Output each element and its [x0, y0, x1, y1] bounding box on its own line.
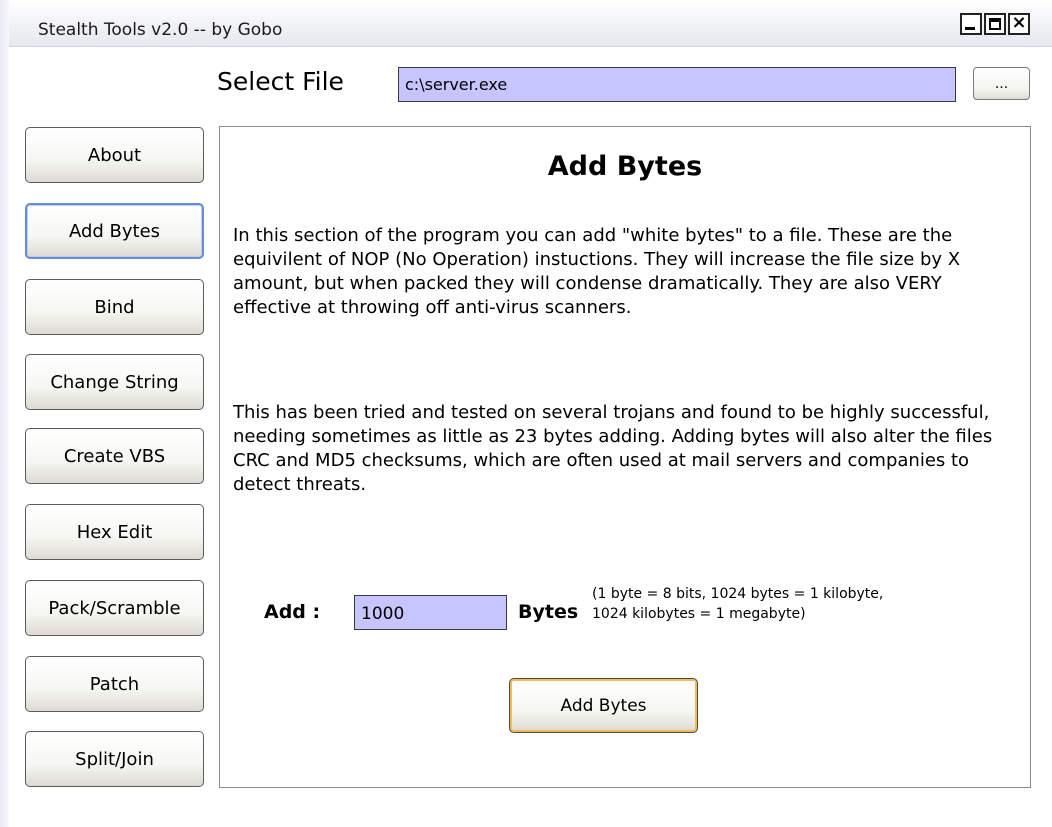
window-title: Stealth Tools v2.0 -- by Gobo: [38, 20, 283, 40]
add-label: Add :: [264, 601, 321, 623]
file-path-input[interactable]: [398, 67, 956, 102]
note-line-1: (1 byte = 8 bits, 1024 bytes = 1 kilobyt…: [592, 586, 884, 602]
sidebar-item-change-string[interactable]: Change String: [25, 354, 204, 410]
close-icon: ×: [1011, 12, 1027, 33]
add-bytes-button[interactable]: Add Bytes: [509, 678, 698, 733]
sidebar-item-pack-scramble[interactable]: Pack/Scramble: [25, 580, 204, 636]
window-controls: ×: [960, 13, 1030, 35]
note-line-2: 1024 kilobytes = 1 megabyte): [592, 606, 806, 622]
sidebar-item-about[interactable]: About: [25, 127, 204, 183]
select-file-label: Select File: [217, 67, 344, 96]
bytes-count-input[interactable]: [354, 595, 507, 630]
close-button[interactable]: ×: [1008, 13, 1030, 35]
maximize-button[interactable]: [984, 13, 1006, 35]
sidebar-item-hex-edit[interactable]: Hex Edit: [25, 504, 204, 560]
minimize-icon: [965, 27, 975, 30]
bytes-conversion-note: (1 byte = 8 bits, 1024 bytes = 1 kilobyt…: [592, 584, 992, 624]
sidebar-item-create-vbs[interactable]: Create VBS: [25, 428, 204, 484]
title-bar[interactable]: Stealth Tools v2.0 -- by Gobo ×: [9, 0, 1052, 47]
browse-button[interactable]: ...: [973, 67, 1030, 100]
sidebar-item-split-join[interactable]: Split/Join: [25, 731, 204, 787]
sidebar-item-add-bytes[interactable]: Add Bytes: [25, 203, 204, 259]
content-panel: Add Bytes In this section of the program…: [219, 126, 1031, 788]
minimize-button[interactable]: [960, 13, 982, 35]
sidebar-item-patch[interactable]: Patch: [25, 656, 204, 712]
description-paragraph-1: In this section of the program you can a…: [233, 225, 961, 318]
description-paragraph-2: This has been tried and tested on severa…: [233, 402, 993, 495]
sidebar-item-bind[interactable]: Bind: [25, 279, 204, 335]
panel-title: Add Bytes: [547, 151, 703, 182]
window-left-edge: [0, 0, 9, 827]
bytes-unit-label: Bytes: [518, 601, 579, 623]
maximize-icon: [989, 18, 1001, 30]
